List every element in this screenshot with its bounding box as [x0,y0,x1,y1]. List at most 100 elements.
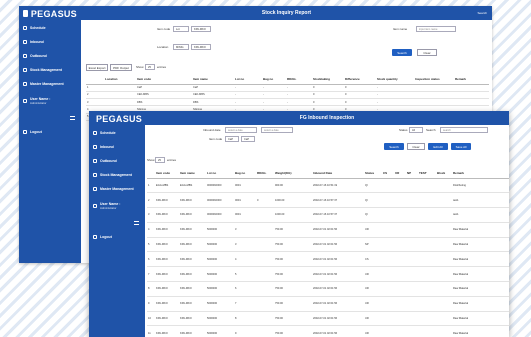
column-header[interactable]: Bag no [262,74,286,85]
table-cell: Raw Material [452,251,509,268]
table-row[interactable]: 9 KPA-MKO KPA-MKO 5000000 7 750.00 2002-07-01 … [147,296,509,312]
table-row[interactable]: 6 KPA-MKO KPA-MKO 5000000 4 750.00 2002-07-01 … [147,251,509,268]
sidebar-item-2[interactable]: Outbound [19,49,81,63]
column-header[interactable]: TEST [418,168,436,179]
column-header[interactable]: Lot no [206,168,234,179]
edit-all-button[interactable]: Edit All [428,143,448,150]
column-header[interactable]: Lot no [234,74,262,85]
sidebar-item-6[interactable]: Logout [89,230,145,244]
column-header[interactable]: Bag no [234,168,256,179]
menu-toggle[interactable] [19,111,81,125]
column-header[interactable]: Stocktaking [312,74,344,85]
table-cell: 3 [234,237,256,253]
sidebar-item-5[interactable]: User Name : Administrator [19,91,81,111]
sidebar-item-label: Outbound [100,159,117,163]
save-all-button[interactable]: Save All [451,143,471,150]
date-from-input[interactable]: select a date [225,127,257,133]
table-cell: Raw Material [452,281,509,297]
sidebar-item-1[interactable]: Inbound [89,140,145,154]
excel-export-button[interactable]: Excel Export [86,64,108,71]
table-row[interactable]: 3 DBS DBS - - -0 0- [86,98,489,107]
column-header[interactable]: Item code [155,168,179,179]
column-header[interactable]: RD/GL [256,168,274,179]
table-cell: 2002-07-01 02:01:56 [312,251,364,268]
sidebar-item-4[interactable]: Master Management [89,182,145,196]
status-select[interactable]: All [409,127,423,133]
column-header[interactable]: Stock quantity [376,74,414,85]
item-code-select[interactable]: CaP [225,136,239,142]
item-code-select-2[interactable]: KPA-MKO [191,26,211,32]
nav-item-icon [23,82,27,86]
table-cell: 5000000 [206,325,234,337]
sidebar-item-3[interactable]: Stock Management [19,63,81,77]
header-search-link[interactable]: Search [477,11,487,15]
pegasus-logo-icon [23,10,28,17]
search-button[interactable]: Search [392,49,412,56]
search-input[interactable]: search [440,127,488,133]
table-row[interactable]: 1 CaP CaP - - -0 0- [86,84,489,92]
table-cell: KPA-MKO [155,266,179,283]
clear-button[interactable]: Clear [407,143,425,150]
inbound-table: Item code Item name Lot no Bag no RD/GL Weigh… [147,168,509,337]
column-header[interactable]: RD/GL [286,74,312,85]
date-to-input[interactable]: select a date [261,127,293,133]
sidebar-item-2[interactable]: Outbound [89,154,145,168]
table-row[interactable]: 7 KPA-MKO KPA-MKO 5000000 5 750.00 2002-07-01 … [147,266,509,283]
table-row[interactable]: 2 CEF-MBS CEF-MBS - - -0 0- [86,91,489,100]
location-select[interactable]: MINIG [173,44,189,50]
table-row[interactable]: 10 KPA-MKO KPA-MKO 5000000 8 750.00 2002-07-01… [147,311,509,327]
item-code-select-2[interactable]: CaP [241,136,255,142]
column-header[interactable]: Inbound Date [312,168,364,179]
table-row[interactable]: 4 KPA-MKO KPA-MKO 5000000 3 750.00 2002-07-01 … [147,222,509,238]
column-header[interactable]: Item name [179,168,206,179]
sidebar-item-4[interactable]: Master Management [19,77,81,91]
column-header[interactable] [86,74,104,85]
column-header[interactable]: Remark [454,74,489,85]
item-name-input[interactable]: input item name [416,26,456,32]
item-code-select[interactable]: Lot [173,26,189,32]
column-header[interactable]: Item name [192,74,234,85]
sidebar-item-0[interactable]: Schedule [89,126,145,140]
column-header[interactable]: NP [406,168,418,179]
table-cell [414,84,454,92]
column-header[interactable]: Block [436,168,452,179]
column-header[interactable] [147,168,155,179]
page-size-select[interactable]: 25 [155,157,165,163]
sidebar-item-label: Logout [100,235,112,239]
column-header[interactable]: Item code [136,74,192,85]
table-row[interactable]: 11 KPA-MKO KPA-MKO 5000000 9 750.00 2002-07-01… [147,325,509,337]
column-header[interactable]: Status [364,168,382,179]
location-select-2[interactable]: KPA-MKO [191,44,211,50]
table-row[interactable]: 5 KPA-MKO KPA-MKO 5000000 3 750.00 2002-07-01 … [147,237,509,253]
table-cell: - [262,84,286,92]
pdf-output-button[interactable]: PDF Output [110,64,132,71]
table-cell: 6 [234,281,256,297]
table-cell [454,84,489,92]
column-header[interactable]: Location [104,74,136,85]
table-row[interactable]: 2 KPA-MKO KPA-MKO 00000b0000 0001 0 1000.00 200… [147,192,509,209]
column-header[interactable]: Weight(KG) [274,168,312,179]
sidebar-item-3[interactable]: Stock Management [89,168,145,182]
table-row[interactable]: 3 KPA-MKO KPA-MKO 00000b0000 0001 1000.00 2002… [147,207,509,223]
table-row[interactable]: 1 EGG-MBS EGG-MBS 00000b0000 0001 900.00 2002-… [147,178,509,194]
sidebar-item-label: Master Management [30,82,64,86]
nav-item-icon [23,130,27,134]
column-header[interactable]: Difference [344,74,376,85]
sidebar-item-6[interactable]: Logout [19,125,81,139]
clear-button[interactable]: Clear [417,49,437,56]
table-row[interactable]: 8 KPA-MKO KPA-MKO 5000000 6 750.00 2002-07-01 … [147,281,509,297]
column-header[interactable]: Remark [452,168,509,179]
sidebar-item-label: Inbound [30,40,44,44]
sidebar-item-1[interactable]: Inbound [19,35,81,49]
table-cell: 3 [86,98,104,107]
sidebar-item-5[interactable]: User Name : Administrator [89,196,145,216]
column-header[interactable]: Inspection status [414,74,454,85]
menu-toggle[interactable] [89,216,145,230]
column-header[interactable]: UR [394,168,406,179]
search-button[interactable]: Search [384,143,404,150]
table-cell: 5000000 [206,311,234,327]
column-header[interactable]: CS [382,168,394,179]
sidebar-item-0[interactable]: Schedule [19,21,81,35]
page-size-select[interactable]: 25 [145,64,155,70]
table-cell: UR [364,296,382,312]
